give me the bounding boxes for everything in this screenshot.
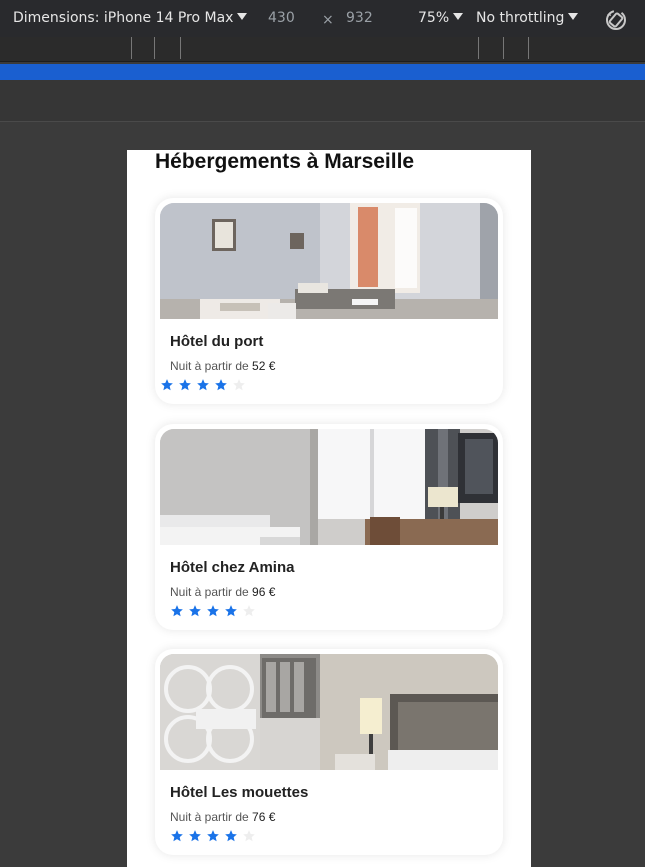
- price-prefix: Nuit à partir de: [170, 585, 249, 599]
- star-filled-icon: [207, 605, 219, 617]
- ruler-tick: [180, 37, 181, 59]
- star-filled-icon: [197, 379, 209, 391]
- price-value: 52 €: [252, 359, 276, 373]
- star-empty-icon: [233, 379, 245, 391]
- price-value: 76 €: [252, 810, 276, 824]
- device-dimensions-dropdown[interactable]: Dimensions: iPhone 14 Pro Max: [13, 10, 248, 26]
- hotel-photo: [160, 203, 498, 319]
- star-empty-icon: [243, 605, 255, 617]
- ruler-tick: [528, 37, 529, 59]
- hotel-name[interactable]: Hôtel Les mouettes: [170, 784, 308, 801]
- ruler-tick: [478, 37, 479, 59]
- zoom-label: 75%: [418, 10, 450, 26]
- throttling-label: No throttling: [476, 10, 565, 26]
- star-rating: [169, 604, 259, 618]
- chevron-down-icon: [453, 13, 464, 20]
- viewport-width-input[interactable]: 430: [268, 10, 295, 26]
- ruler-tick: [154, 37, 155, 59]
- star-filled-icon: [225, 605, 237, 617]
- zoom-dropdown[interactable]: 75%: [418, 10, 464, 26]
- chevron-down-icon: [237, 13, 248, 20]
- rotate-device-icon[interactable]: [604, 8, 628, 32]
- hotel-name[interactable]: Hôtel du port: [170, 333, 263, 350]
- star-filled-icon: [171, 605, 183, 617]
- price-prefix: Nuit à partir de: [170, 810, 249, 824]
- star-rating: [169, 829, 259, 843]
- ruler-tick: [131, 37, 132, 59]
- devtools-device-toolbar: Dimensions: iPhone 14 Pro Max 430 × 932 …: [0, 0, 645, 37]
- hotel-card[interactable]: Hôtel du port Nuit à partir de 52 €: [155, 198, 503, 404]
- dimension-times-sign: ×: [322, 12, 334, 28]
- star-filled-icon: [225, 830, 237, 842]
- star-filled-icon: [189, 830, 201, 842]
- star-filled-icon: [161, 379, 173, 391]
- viewport-height-input[interactable]: 932: [346, 10, 373, 26]
- star-filled-icon: [171, 830, 183, 842]
- hotel-price: Nuit à partir de 96 €: [170, 585, 275, 599]
- star-filled-icon: [179, 379, 191, 391]
- star-filled-icon: [207, 830, 219, 842]
- chevron-down-icon: [568, 13, 579, 20]
- hotel-price: Nuit à partir de 76 €: [170, 810, 275, 824]
- page-title: Hébergements à Marseille: [155, 150, 415, 173]
- device-viewport: Hébergements à Marseille Hôtel du port N…: [127, 150, 531, 867]
- star-rating: [159, 378, 249, 392]
- star-filled-icon: [189, 605, 201, 617]
- hotel-photo: [160, 429, 498, 545]
- hotel-card[interactable]: Hôtel Les mouettes Nuit à partir de 76 €: [155, 649, 503, 855]
- device-dimensions-label: Dimensions: iPhone 14 Pro Max: [13, 10, 234, 26]
- hotel-card[interactable]: Hôtel chez Amina Nuit à partir de 96 €: [155, 424, 503, 630]
- price-value: 96 €: [252, 585, 276, 599]
- hotel-price: Nuit à partir de 52 €: [170, 359, 275, 373]
- device-frame-band: [0, 80, 645, 122]
- price-prefix: Nuit à partir de: [170, 359, 249, 373]
- media-query-ruler[interactable]: [0, 37, 645, 62]
- ruler-tick: [503, 37, 504, 59]
- throttling-dropdown[interactable]: No throttling: [476, 10, 579, 26]
- media-query-bar[interactable]: [0, 64, 645, 80]
- star-empty-icon: [243, 830, 255, 842]
- hotel-photo: [160, 654, 498, 770]
- star-filled-icon: [215, 379, 227, 391]
- hotel-name[interactable]: Hôtel chez Amina: [170, 559, 294, 576]
